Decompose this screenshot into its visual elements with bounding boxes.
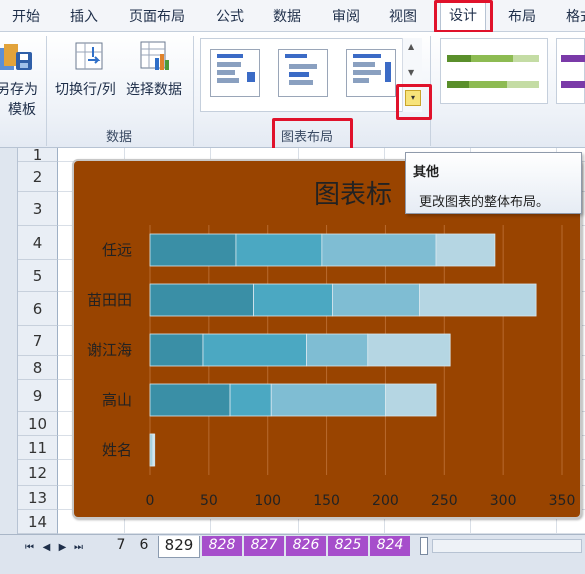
save-template-icon [0, 44, 32, 70]
bar-segment [153, 433, 156, 467]
save-template-line2: 模板 [8, 102, 36, 118]
layout-2-icon [285, 54, 317, 85]
row-header-4[interactable]: 4 [18, 226, 58, 260]
sheet-tab-829[interactable]: 829 [158, 536, 200, 558]
row-header-5[interactable]: 5 [18, 260, 58, 292]
switch-row-column-button[interactable]: 切换行/列 [55, 80, 116, 100]
sheet-tab-826[interactable]: 826 [286, 536, 326, 556]
tab-home[interactable]: 开始 [12, 7, 40, 27]
chart-layout-option-2[interactable] [278, 49, 328, 97]
row-header-12[interactable]: 12 [18, 460, 58, 486]
bar-segment [202, 333, 307, 367]
chart-style-option-2[interactable] [556, 38, 585, 104]
tab-view[interactable]: 视图 [389, 7, 417, 27]
prev-sheet-icon[interactable]: ◀ [41, 541, 52, 555]
category-label: 任远 [102, 241, 132, 259]
bar-segment [149, 333, 204, 367]
tooltip-title: 其他 [413, 165, 440, 180]
tab-layout[interactable]: 布局 [508, 7, 536, 27]
sheet-tab-824[interactable]: 824 [370, 536, 410, 556]
bar-segment [435, 233, 496, 267]
tooltip: 其他 更改图表的整体布局。 [405, 152, 582, 214]
x-tick-label: 300 [490, 493, 517, 509]
x-tick-label: 250 [431, 493, 458, 509]
left-margin [0, 148, 18, 534]
data-group-label: 数据 [106, 130, 133, 145]
switch-row-column-icon [75, 42, 103, 70]
row-header-9[interactable]: 9 [18, 380, 58, 412]
tab-format[interactable]: 格式 [566, 7, 585, 27]
first-sheet-icon[interactable]: ⏮ [24, 541, 35, 555]
category-label: 高山 [102, 391, 132, 409]
design-tab-highlight [434, 0, 493, 33]
next-sheet-icon[interactable]: ▶ [57, 541, 68, 555]
row-header-14[interactable]: 14 [18, 510, 58, 534]
bar-segment [306, 333, 369, 367]
x-tick-label: 0 [146, 493, 155, 509]
gallery-up-icon[interactable]: ▲ [408, 42, 414, 51]
chart-style-1-icon [447, 55, 539, 88]
chart-style-option-1[interactable] [440, 38, 548, 104]
ribbon-tab-bar: 开始 插入 页面布局 公式 数据 审阅 视图 设计 布局 格式 [0, 0, 585, 33]
row-header-3[interactable]: 3 [18, 192, 58, 226]
bar-segment [229, 383, 272, 417]
tooltip-body: 更改图表的整体布局。 [419, 195, 550, 210]
x-tick-label: 150 [313, 493, 340, 509]
bar-segment [149, 383, 231, 417]
row-header-13[interactable]: 13 [18, 486, 58, 510]
row-header-6[interactable]: 6 [18, 292, 58, 326]
save-template-line1: 另存为 [0, 82, 38, 98]
sheet-tab-828[interactable]: 828 [202, 536, 242, 556]
bar-segment [367, 333, 451, 367]
chart-layout-option-3[interactable] [346, 49, 396, 97]
category-label: 谢江海 [87, 341, 132, 359]
bar-segment [270, 383, 386, 417]
chart-title: 图表标 [314, 180, 392, 210]
chart-style-2-icon [561, 55, 585, 88]
x-tick-label: 350 [549, 493, 576, 509]
sheet-tab-825[interactable]: 825 [328, 536, 368, 556]
bar-segment [419, 283, 537, 317]
bar-segment [332, 283, 420, 317]
tab-data[interactable]: 数据 [273, 7, 301, 27]
last-sheet-icon[interactable]: ⏭ [73, 541, 84, 555]
tab-split-handle[interactable] [420, 537, 428, 555]
row-header-10[interactable]: 10 [18, 412, 58, 436]
x-tick-label: 100 [254, 493, 281, 509]
save-as-template-button[interactable]: 另存为 模板 [0, 80, 44, 120]
category-label: 苗田田 [87, 291, 132, 309]
chart-layout-gallery [200, 38, 422, 112]
tab-formulas[interactable]: 公式 [216, 7, 244, 27]
bar-segment [385, 383, 437, 417]
sheet-tab-827[interactable]: 827 [244, 536, 284, 556]
select-data-button[interactable]: 选择数据 [126, 80, 182, 100]
bar-segment [149, 283, 254, 317]
row-header-2[interactable]: 2 [18, 162, 58, 192]
more-button-highlight [396, 84, 432, 120]
bar-segment [235, 233, 323, 267]
tab-review[interactable]: 审阅 [332, 7, 360, 27]
bar-segment [253, 283, 333, 317]
category-label: 姓名 [102, 441, 132, 459]
x-tick-label: 200 [372, 493, 399, 509]
row-header-11[interactable]: 11 [18, 436, 58, 460]
tab-insert[interactable]: 插入 [70, 7, 98, 27]
gallery-down-icon[interactable]: ▼ [408, 68, 414, 77]
x-tick-label: 50 [200, 493, 218, 509]
sheet-tab-7[interactable]: 7 [110, 536, 132, 556]
tab-page-layout[interactable]: 页面布局 [129, 7, 185, 27]
bar-segment [149, 233, 237, 267]
horizontal-scrollbar[interactable] [432, 539, 582, 553]
select-data-icon [140, 41, 169, 70]
bar-chart: 图表标 0 50 100 150 200 250 300 350 任远苗田田谢江海高山姓名 [87, 180, 576, 509]
row-header-8[interactable]: 8 [18, 356, 58, 380]
bar-segment [321, 233, 437, 267]
row-header-1[interactable]: 1 [18, 148, 58, 163]
sheet-tab-6[interactable]: 6 [134, 536, 154, 556]
row-header-7[interactable]: 7 [18, 326, 58, 356]
chart-layout-option-1[interactable] [210, 49, 260, 97]
layout-3-icon [353, 54, 391, 83]
sheet-tab-bar: ⏮ ◀ ▶ ⏭ 7 6 829 828 827 826 825 824 [0, 534, 585, 574]
layout-1-icon [217, 54, 255, 83]
